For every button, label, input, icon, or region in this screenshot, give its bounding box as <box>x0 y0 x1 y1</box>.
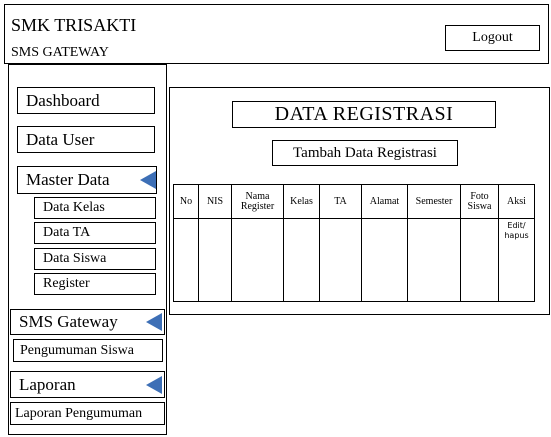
column-header-foto-siswa: Foto Siswa <box>460 184 499 219</box>
table-cell <box>361 218 408 302</box>
column-header-ta: TA <box>319 184 362 219</box>
column-header-aksi: Aksi <box>498 184 535 219</box>
sidebar-item-pengumuman-siswa[interactable]: Pengumuman Siswa <box>13 339 163 362</box>
page-title: DATA REGISTRASI <box>232 101 496 128</box>
column-header-nis: NIS <box>198 184 232 219</box>
sidebar-item-data-siswa[interactable]: Data Siswa <box>34 248 156 270</box>
table-cell <box>283 218 320 302</box>
table-cell <box>173 218 199 302</box>
sidebar-item-label: Master Data <box>26 170 110 189</box>
edit-delete-link[interactable]: Edit/ hapus <box>499 221 534 241</box>
sidebar-item-laporan-pengumuman[interactable]: Laporan Pengumuman <box>10 402 165 425</box>
table-cell-aksi: Edit/ hapus <box>498 218 535 302</box>
sidebar-item-label: Laporan <box>19 375 76 394</box>
table-cell <box>198 218 232 302</box>
sidebar-item-sms-gateway[interactable]: SMS Gateway <box>10 309 165 335</box>
app-title: SMK TRISAKTI <box>11 15 137 35</box>
sidebar-item-data-kelas[interactable]: Data Kelas <box>34 197 156 219</box>
sidebar-item-register[interactable]: Register <box>34 273 156 295</box>
table-cell <box>407 218 461 302</box>
sidebar-item-laporan[interactable]: Laporan <box>10 371 165 398</box>
add-registration-button[interactable]: Tambah Data Registrasi <box>272 140 458 166</box>
registration-table: No NIS Nama Register Kelas TA Alamat Sem… <box>173 184 535 302</box>
column-header-no: No <box>173 184 199 219</box>
column-header-kelas: Kelas <box>283 184 320 219</box>
column-header-alamat: Alamat <box>361 184 408 219</box>
chevron-left-icon[interactable] <box>146 313 162 331</box>
chevron-left-icon[interactable] <box>146 376 162 394</box>
table-row: Edit/ hapus <box>173 218 535 302</box>
chevron-left-icon[interactable] <box>140 171 156 189</box>
table-cell <box>319 218 362 302</box>
app-subtitle: SMS GATEWAY <box>11 45 109 60</box>
sidebar-item-label: SMS Gateway <box>19 312 118 331</box>
table-header-row: No NIS Nama Register Kelas TA Alamat Sem… <box>173 184 535 219</box>
logout-button[interactable]: Logout <box>445 25 540 51</box>
column-header-nama-register: Nama Register <box>231 184 284 219</box>
sidebar-item-data-user[interactable]: Data User <box>17 126 155 153</box>
sidebar-item-dashboard[interactable]: Dashboard <box>17 87 155 114</box>
table-cell <box>460 218 499 302</box>
sidebar-item-data-ta[interactable]: Data TA <box>34 222 156 244</box>
sidebar-item-master-data[interactable]: Master Data <box>17 166 157 194</box>
table-cell <box>231 218 284 302</box>
column-header-semester: Semester <box>407 184 461 219</box>
